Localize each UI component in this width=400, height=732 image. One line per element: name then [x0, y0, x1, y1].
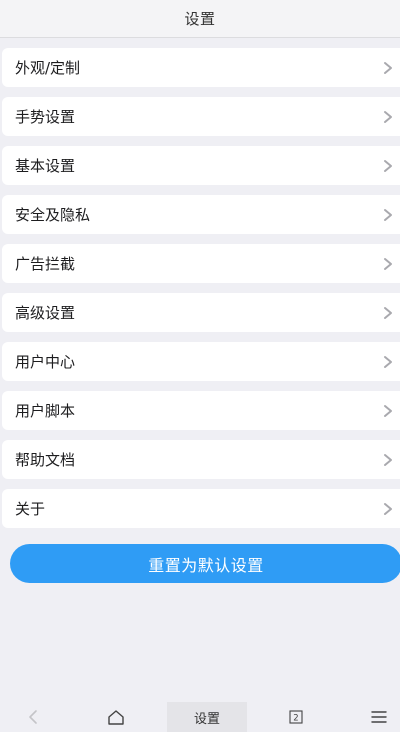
page-title: 设置: [184, 10, 216, 28]
menu-item-label: 基本设置: [15, 157, 76, 175]
current-tab-button[interactable]: 设置: [167, 702, 247, 732]
chevron-right-icon: [384, 61, 392, 74]
menu-item-label: 广告拦截: [15, 255, 76, 273]
home-icon: [108, 709, 124, 725]
reset-defaults-button[interactable]: 重置为默认设置: [10, 544, 400, 583]
hamburger-menu-icon: [371, 711, 387, 723]
menu-item-user-center[interactable]: 用户中心: [2, 342, 400, 381]
tab-count: 2: [293, 714, 298, 724]
chevron-right-icon: [384, 159, 392, 172]
chevron-right-icon: [384, 306, 392, 319]
chevron-right-icon: [384, 355, 392, 368]
menu-item-appearance[interactable]: 外观/定制: [2, 48, 400, 87]
menu-item-label: 关于: [15, 500, 46, 518]
menu-item-security-privacy[interactable]: 安全及隐私: [2, 195, 400, 234]
tab-count-icon: 2: [289, 710, 303, 724]
menu-item-label: 外观/定制: [15, 59, 81, 77]
menu-item-label: 帮助文档: [15, 451, 76, 469]
menu-item-advanced[interactable]: 高级设置: [2, 293, 400, 332]
back-button[interactable]: [20, 702, 46, 732]
menu-item-label: 安全及隐私: [15, 206, 91, 224]
menu-item-basic[interactable]: 基本设置: [2, 146, 400, 185]
menu-item-help-docs[interactable]: 帮助文档: [2, 440, 400, 479]
menu-item-label: 手势设置: [15, 108, 76, 126]
chevron-right-icon: [384, 110, 392, 123]
chevron-right-icon: [384, 453, 392, 466]
menu-item-label: 用户中心: [15, 353, 76, 371]
menu-item-gesture[interactable]: 手势设置: [2, 97, 400, 136]
title-bar: 设置: [0, 0, 400, 38]
back-arrow-icon: [29, 710, 37, 724]
tabs-button[interactable]: 2: [285, 702, 307, 732]
chevron-right-icon: [384, 257, 392, 270]
chevron-right-icon: [384, 404, 392, 417]
menu-item-user-scripts[interactable]: 用户脚本: [2, 391, 400, 430]
chevron-right-icon: [384, 502, 392, 515]
menu-button[interactable]: [368, 702, 390, 732]
menu-item-about[interactable]: 关于: [2, 489, 400, 528]
home-button[interactable]: [104, 702, 128, 732]
menu-item-label: 高级设置: [15, 304, 76, 322]
bottom-toolbar: 设置 2: [0, 702, 400, 732]
current-tab-label: 设置: [193, 711, 220, 727]
menu-item-label: 用户脚本: [15, 402, 76, 420]
chevron-right-icon: [384, 208, 392, 221]
menu-item-adblock[interactable]: 广告拦截: [2, 244, 400, 283]
